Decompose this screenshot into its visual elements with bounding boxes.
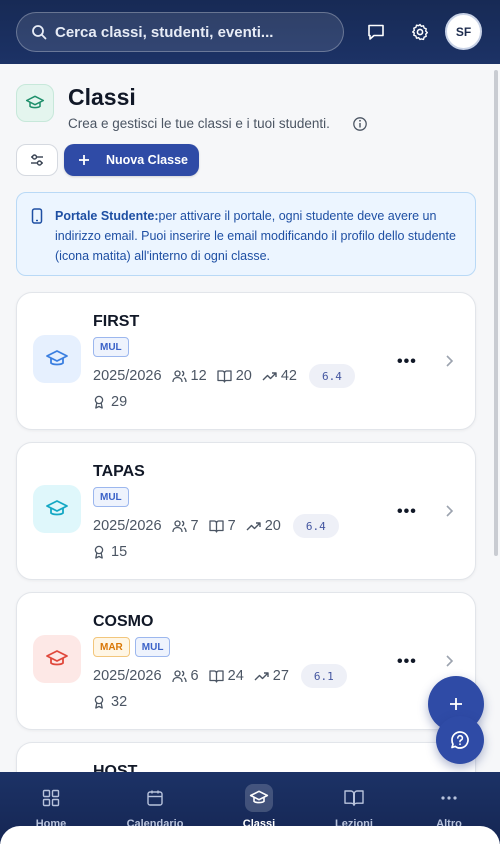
lesson-count: 24	[227, 668, 244, 684]
page-subtitle: Crea e gestisci le tue classi e i tuoi s…	[68, 116, 330, 131]
lesson-count: 20	[235, 368, 252, 384]
subject-tag: MUL	[93, 337, 129, 357]
search-icon	[32, 25, 47, 40]
lesson-count: 7	[227, 518, 236, 534]
grade-count: 27	[272, 668, 289, 684]
trend-up-icon	[262, 372, 277, 381]
class-card[interactable]: COSMO MAR MUL 2025/2026 6 24 27 6.1 32 •…	[16, 592, 476, 730]
filter-button[interactable]	[16, 144, 58, 176]
book-icon	[208, 670, 224, 683]
class-icon	[33, 485, 81, 533]
messages-button[interactable]	[360, 16, 392, 48]
graduation-cap-icon	[249, 790, 269, 804]
school-year: 2025/2026	[93, 668, 162, 684]
users-icon	[171, 370, 187, 383]
class-card[interactable]: TAPAS MUL 2025/2026 7 7 20 6.4 15 •••	[16, 442, 476, 580]
search-input[interactable]	[55, 23, 315, 41]
book-icon	[344, 790, 364, 806]
new-class-button[interactable]: Nuova Classe	[64, 144, 199, 176]
help-icon	[451, 731, 469, 749]
trend-up-icon	[246, 522, 261, 531]
chevron-right-icon	[446, 505, 454, 517]
subject-tag: MUL	[134, 637, 171, 657]
book-icon	[208, 520, 224, 533]
subject-tag: MUL	[93, 487, 129, 507]
classes-page-icon	[16, 84, 54, 122]
class-name: COSMO	[93, 613, 154, 630]
phone-icon	[31, 208, 43, 224]
bottom-sheet[interactable]	[0, 826, 500, 844]
graduation-cap-icon	[25, 95, 45, 109]
average-grade: 6.4	[292, 514, 339, 538]
user-avatar[interactable]: SF	[445, 13, 482, 50]
school-year: 2025/2026	[93, 368, 162, 384]
help-fab-button[interactable]	[436, 716, 484, 764]
chevron-right-icon	[446, 655, 454, 667]
trend-up-icon	[254, 672, 269, 681]
nav-item-lezioni[interactable]: Lezioni	[314, 784, 394, 830]
award-count: 32	[111, 694, 128, 710]
book-icon	[217, 370, 232, 383]
class-name: TAPAS	[93, 463, 145, 480]
users-icon	[171, 670, 187, 683]
users-icon	[171, 520, 187, 533]
more-icon	[441, 796, 457, 800]
scrollbar[interactable]	[494, 70, 498, 556]
page-title: Classi	[68, 84, 136, 110]
notice-title: Portale Studente:	[55, 209, 159, 223]
settings-button[interactable]	[404, 16, 436, 48]
award-icon	[94, 695, 104, 709]
plus-icon	[79, 155, 89, 165]
chat-icon	[368, 24, 384, 40]
info-icon[interactable]	[352, 116, 368, 137]
nav-item-classi[interactable]: Classi	[219, 784, 299, 830]
grid-icon	[42, 789, 60, 807]
class-name: FIRST	[93, 313, 140, 330]
grade-count: 42	[280, 368, 297, 384]
award-icon	[94, 395, 104, 409]
nav-item-home[interactable]: Home	[11, 784, 91, 830]
average-grade: 6.1	[300, 664, 347, 688]
sliders-icon	[31, 154, 43, 166]
class-icon	[33, 335, 81, 383]
plus-icon	[450, 698, 462, 710]
class-card[interactable]: FIRST MUL 2025/2026 12 20 42 6.4 29 •••	[16, 292, 476, 430]
subject-tag: MAR	[93, 637, 130, 657]
more-options-button[interactable]: •••	[397, 353, 417, 371]
student-count: 7	[190, 518, 199, 534]
calendar-icon	[147, 790, 163, 806]
student-portal-notice: Portale Studente:per attivare il portale…	[16, 192, 476, 276]
school-year: 2025/2026	[93, 518, 162, 534]
student-count: 12	[190, 368, 207, 384]
new-class-label: Nuova Classe	[106, 153, 188, 167]
award-count: 15	[111, 544, 128, 560]
average-grade: 6.4	[308, 364, 355, 388]
class-icon	[33, 635, 81, 683]
chevron-right-icon	[446, 355, 454, 367]
graduation-cap-icon	[46, 650, 68, 666]
award-icon	[94, 545, 104, 559]
graduation-cap-icon	[46, 350, 68, 366]
student-count: 6	[190, 668, 199, 684]
gear-icon	[412, 23, 428, 41]
nav-item-calendario[interactable]: Calendario	[115, 784, 195, 830]
more-options-button[interactable]: •••	[397, 503, 417, 521]
grade-count: 20	[264, 518, 281, 534]
nav-item-altro[interactable]: Altro	[409, 784, 489, 830]
search-bar[interactable]	[16, 12, 344, 52]
graduation-cap-icon	[46, 500, 68, 516]
award-count: 29	[111, 394, 128, 410]
more-options-button[interactable]: •••	[397, 653, 417, 671]
